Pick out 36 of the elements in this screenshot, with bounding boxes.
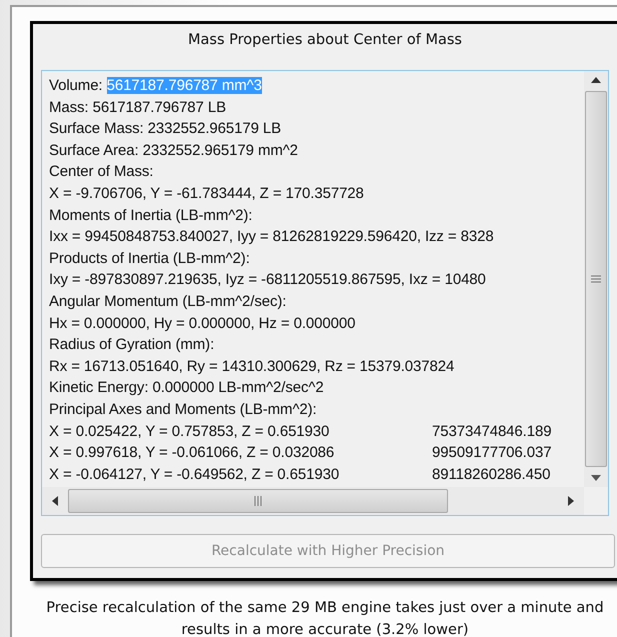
results-text-area[interactable] [41,70,609,516]
principal-moment: 99509177706.037 [432,443,552,464]
result-line: Surface Mass: 2332552.965179 LB [49,120,282,138]
result-line: Moments of Inertia (LB-mm^2): [49,206,252,224]
principal-axis: X = 0.997618, Y = -0.061066, Z = 0.032086 [49,443,336,464]
principal-axis: X = -0.064127, Y = -0.649562, Z = 0.651930 [49,464,340,485]
result-line: Rx = 16713.051640, Ry = 14310.300629, Rz = 15379.037824 [49,358,454,375]
result-line: Hx = 0.000000, Hy = 0.000000, Hz = 0.000000 [49,314,356,332]
principal-axis: X = 0.025422, Y = 0.757853, Z = 0.651930 [49,422,330,442]
principal-moment: 89118260286.450 [432,464,550,485]
scroll-thumb[interactable] [585,91,607,467]
horizontal-scrollbar[interactable] [42,487,584,515]
scroll-left-icon[interactable] [52,496,58,506]
dialog-title: Mass Properties about Center of Mass [187,31,463,50]
result-line: Ixy = -897830897.219635, Iyz = -6811205519.867595, Ixz = 10480 [49,271,486,288]
result-line: Center of Mass: [49,163,154,180]
result-line: Principal Axes and Moments (LB-mm^2): [49,400,317,418]
scroll-thumb[interactable] [68,489,448,513]
scroll-up-icon[interactable] [591,77,601,83]
grip-icon [591,275,601,283]
result-line: Products of Inertia (LB-mm^2): [49,250,250,267]
result-line: Kinetic Energy: 0.000000 LB-mm^2/sec^2 [49,379,324,396]
principal-moment: 75373474846.189 [432,422,552,442]
scroll-right-icon[interactable] [568,496,574,506]
result-line: Angular Momentum (LB-mm^2/sec): [49,292,286,310]
result-value: 5617187.796787 mm^3 [106,77,262,94]
grip-icon [254,496,262,506]
scroll-down-icon[interactable] [591,475,601,481]
result-line: Radius of Gyration (mm): [49,336,214,354]
result-label: Volume: [49,77,102,94]
result-line: Ixx = 99450848753.840027, Iyy = 81262819229.596420, Izz = 8328 [49,228,494,246]
result-line: X = -9.706706, Y = -61.783444, Z = 170.357728 [49,184,364,202]
result-line: Mass: 5617187.796787 LB [49,98,226,116]
result-line: Surface Area: 2332552.965179 mm^2 [49,142,298,159]
vertical-scrollbar[interactable] [584,71,608,487]
caption-text: Precise recalculation of the same 29 MB engine takes just over a minute and results in a more accurate (3.2% lower) [45,599,605,637]
